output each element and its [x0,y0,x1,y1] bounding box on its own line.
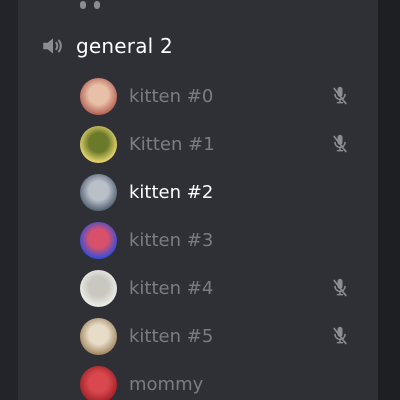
member-name: kitten #3 [129,229,214,251]
cut-off-row [80,0,110,9]
voice-member[interactable]: mommy [80,364,380,400]
avatar [80,77,117,115]
member-name: kitten #4 [129,277,214,299]
avatar [80,365,117,400]
voice-member[interactable]: Kitten #1 [80,124,380,164]
mic-muted-icon [333,86,347,105]
avatar [80,125,117,163]
right-edge [378,0,400,400]
mic-muted-icon [333,278,347,297]
avatar [80,221,117,259]
voice-channel-general-2[interactable]: general 2 [40,30,173,62]
speaker-icon [43,38,62,54]
member-name: Kitten #1 [129,133,215,155]
avatar [80,269,117,307]
member-name: mommy [129,373,204,395]
channel-name: general 2 [76,34,173,58]
voice-member[interactable]: kitten #3 [80,220,380,260]
member-name: kitten #0 [129,85,214,107]
mic-muted-icon [333,326,347,345]
voice-channel-view: general 2 kitten #0 Kitten #1 kitten #2 kit… [0,0,400,400]
voice-member[interactable]: kitten #2 [80,172,380,212]
left-edge [0,0,18,400]
mic-muted-icon [333,134,347,153]
voice-member[interactable]: kitten #4 [80,268,380,308]
avatar [80,317,117,355]
member-name: kitten #5 [129,325,214,347]
voice-member[interactable]: kitten #0 [80,76,380,116]
voice-member[interactable]: kitten #5 [80,316,380,356]
avatar [80,173,117,211]
member-name: kitten #2 [129,181,214,203]
